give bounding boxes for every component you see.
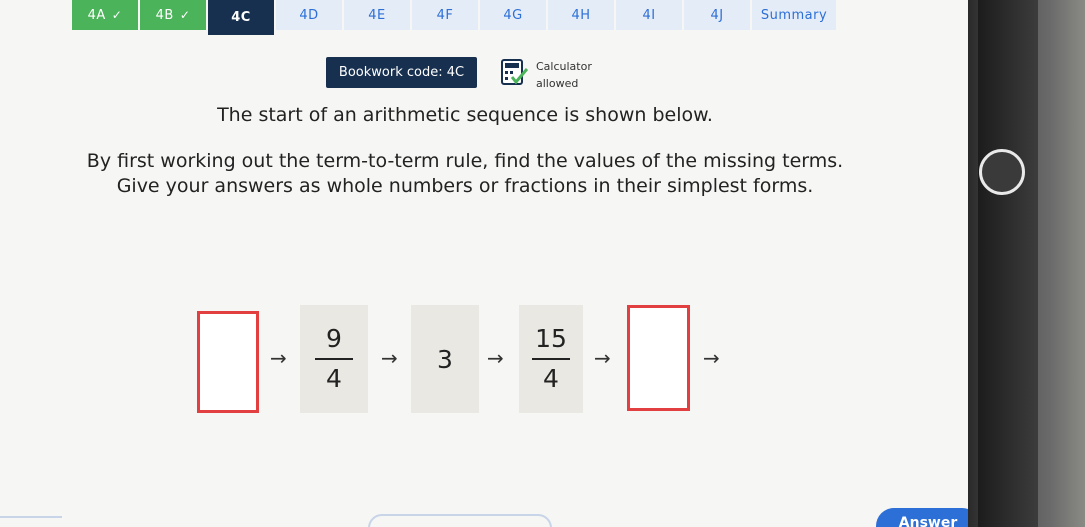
- tab-label: 4F: [436, 7, 454, 23]
- arrow-icon: →: [594, 346, 611, 370]
- tab-4j[interactable]: 4J: [684, 0, 750, 30]
- app-screen: 4A ✓ 4B ✓ 4C 4D 4E 4F 4G 4H 4I 4J Summar…: [0, 0, 968, 527]
- tab-label: 4J: [710, 7, 724, 23]
- tab-label: 4G: [503, 7, 523, 23]
- answer-box-fifth-term[interactable]: [627, 305, 690, 411]
- tab-label: Summary: [760, 7, 828, 23]
- bezel-edge: [978, 0, 1038, 527]
- tab-4f[interactable]: 4F: [412, 0, 478, 30]
- tab-4b[interactable]: 4B ✓: [140, 0, 206, 30]
- tab-label: 4A: [87, 7, 106, 23]
- arrow-icon: →: [487, 346, 504, 370]
- fraction-numerator: 9: [326, 324, 342, 353]
- tab-4e[interactable]: 4E: [344, 0, 410, 30]
- task-tabs: 4A ✓ 4B ✓ 4C 4D 4E 4F 4G 4H 4I 4J Summar…: [72, 0, 838, 35]
- term-three: 3: [411, 305, 479, 413]
- tab-label: 4I: [642, 7, 656, 23]
- term-fifteen-quarters: 15 4: [519, 305, 583, 413]
- calculator-check-icon: [501, 59, 528, 85]
- check-icon: ✓: [111, 8, 123, 22]
- arrow-icon: →: [270, 346, 287, 370]
- tab-label: 4D: [299, 7, 319, 23]
- bottom-pill-button[interactable]: [368, 514, 552, 527]
- tab-label: 4H: [571, 7, 591, 23]
- bottom-control[interactable]: [0, 516, 62, 527]
- fraction-numerator: 15: [535, 324, 567, 353]
- home-button[interactable]: [979, 149, 1025, 195]
- tab-4h[interactable]: 4H: [548, 0, 614, 30]
- tab-4c[interactable]: 4C: [208, 0, 274, 35]
- arrow-icon: →: [703, 346, 720, 370]
- tab-4d[interactable]: 4D: [276, 0, 342, 30]
- fraction-denominator: 4: [543, 364, 559, 393]
- question-instruction-2: Give your answers as whole numbers or fr…: [116, 175, 814, 197]
- answer-button[interactable]: Answer: [876, 508, 968, 527]
- question-intro: The start of an arithmetic sequence is s…: [217, 104, 713, 126]
- tab-label: 4E: [368, 7, 386, 23]
- term-nine-quarters: 9 4: [300, 305, 368, 413]
- fraction-bar: [532, 358, 570, 360]
- tab-4a[interactable]: 4A ✓: [72, 0, 138, 30]
- calculator-allowed: allowed: [536, 77, 579, 90]
- answer-box-first-term[interactable]: [197, 311, 259, 413]
- tab-4i[interactable]: 4I: [616, 0, 682, 30]
- fraction-denominator: 4: [326, 364, 342, 393]
- tab-4g[interactable]: 4G: [480, 0, 546, 30]
- tab-label: 4B: [155, 7, 174, 23]
- calculator-label: Calculator: [536, 60, 592, 73]
- bookwork-code: Bookwork code: 4C: [326, 57, 477, 88]
- fraction-bar: [315, 358, 353, 360]
- tab-label: 4C: [231, 10, 251, 25]
- arrow-icon: →: [381, 346, 398, 370]
- calculator-status: Calculator allowed: [536, 58, 592, 92]
- whole-term: 3: [437, 344, 453, 374]
- question-instruction: By first working out the term-to-term ru…: [86, 150, 844, 172]
- check-icon: ✓: [179, 8, 191, 22]
- tab-summary[interactable]: Summary: [752, 0, 836, 30]
- device-bezel: [968, 0, 1085, 527]
